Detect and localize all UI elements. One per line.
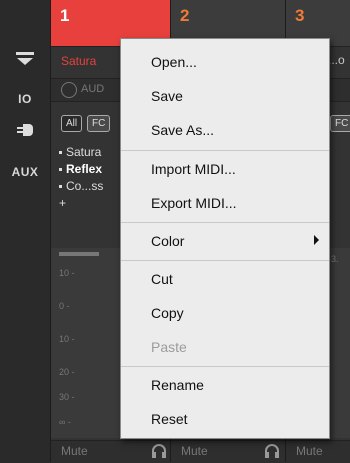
menu-item-color[interactable]: Color — [121, 224, 329, 258]
tab-fc[interactable]: FC — [87, 115, 111, 132]
level-meter — [59, 252, 99, 256]
headphones-icon[interactable] — [151, 444, 167, 458]
menu-item-paste: Paste — [151, 339, 187, 355]
tab-fc[interactable]: FC — [330, 115, 350, 132]
menu-item-reset[interactable]: Reset — [121, 402, 329, 436]
menu-item-save-as[interactable]: Save As... — [121, 113, 329, 147]
group-name[interactable]: ...o — [328, 53, 345, 67]
group-number: 3 — [295, 6, 305, 25]
mute-button[interactable]: Mute — [296, 444, 323, 458]
menu-item-import-midi[interactable]: Import MIDI... — [121, 152, 329, 186]
headphones-icon[interactable] — [264, 444, 280, 458]
plug-icon[interactable] — [17, 122, 35, 138]
menu-item-copy[interactable]: Copy — [121, 296, 329, 330]
mute-button[interactable]: Mute — [181, 444, 208, 458]
mixer-toggle-icon[interactable] — [14, 50, 36, 70]
menu-item-open[interactable]: Open... — [121, 45, 329, 79]
aux-label[interactable]: AUX — [0, 165, 50, 179]
submenu-arrow-icon — [314, 235, 319, 245]
menu-item-cut[interactable]: Cut — [121, 262, 329, 296]
io-label[interactable]: IO — [0, 92, 50, 106]
menu-separator — [121, 222, 329, 223]
menu-separator — [121, 260, 329, 261]
tab-all[interactable]: All — [61, 115, 83, 132]
audio-knob-icon[interactable] — [61, 82, 77, 98]
menu-item-export-midi[interactable]: Export MIDI... — [121, 186, 329, 220]
audio-label: AUD — [81, 83, 105, 95]
group-number: 1 — [60, 6, 70, 25]
group-number: 2 — [180, 6, 190, 25]
menu-item-save[interactable]: Save — [121, 79, 329, 113]
mute-button[interactable]: Mute — [61, 444, 88, 458]
group-name[interactable]: Satura — [61, 54, 96, 68]
menu-separator — [121, 150, 329, 151]
menu-separator — [121, 366, 329, 367]
db-scale: 10 -0 -10 - 20 -30 - ∞ - — [59, 268, 75, 427]
context-menu: Open... Save Save As... Import MIDI... E… — [120, 38, 330, 439]
strip-bottom: Mute — [265, 440, 350, 463]
left-rail: IO AUX — [0, 0, 50, 462]
menu-item-rename[interactable]: Rename — [121, 368, 329, 402]
